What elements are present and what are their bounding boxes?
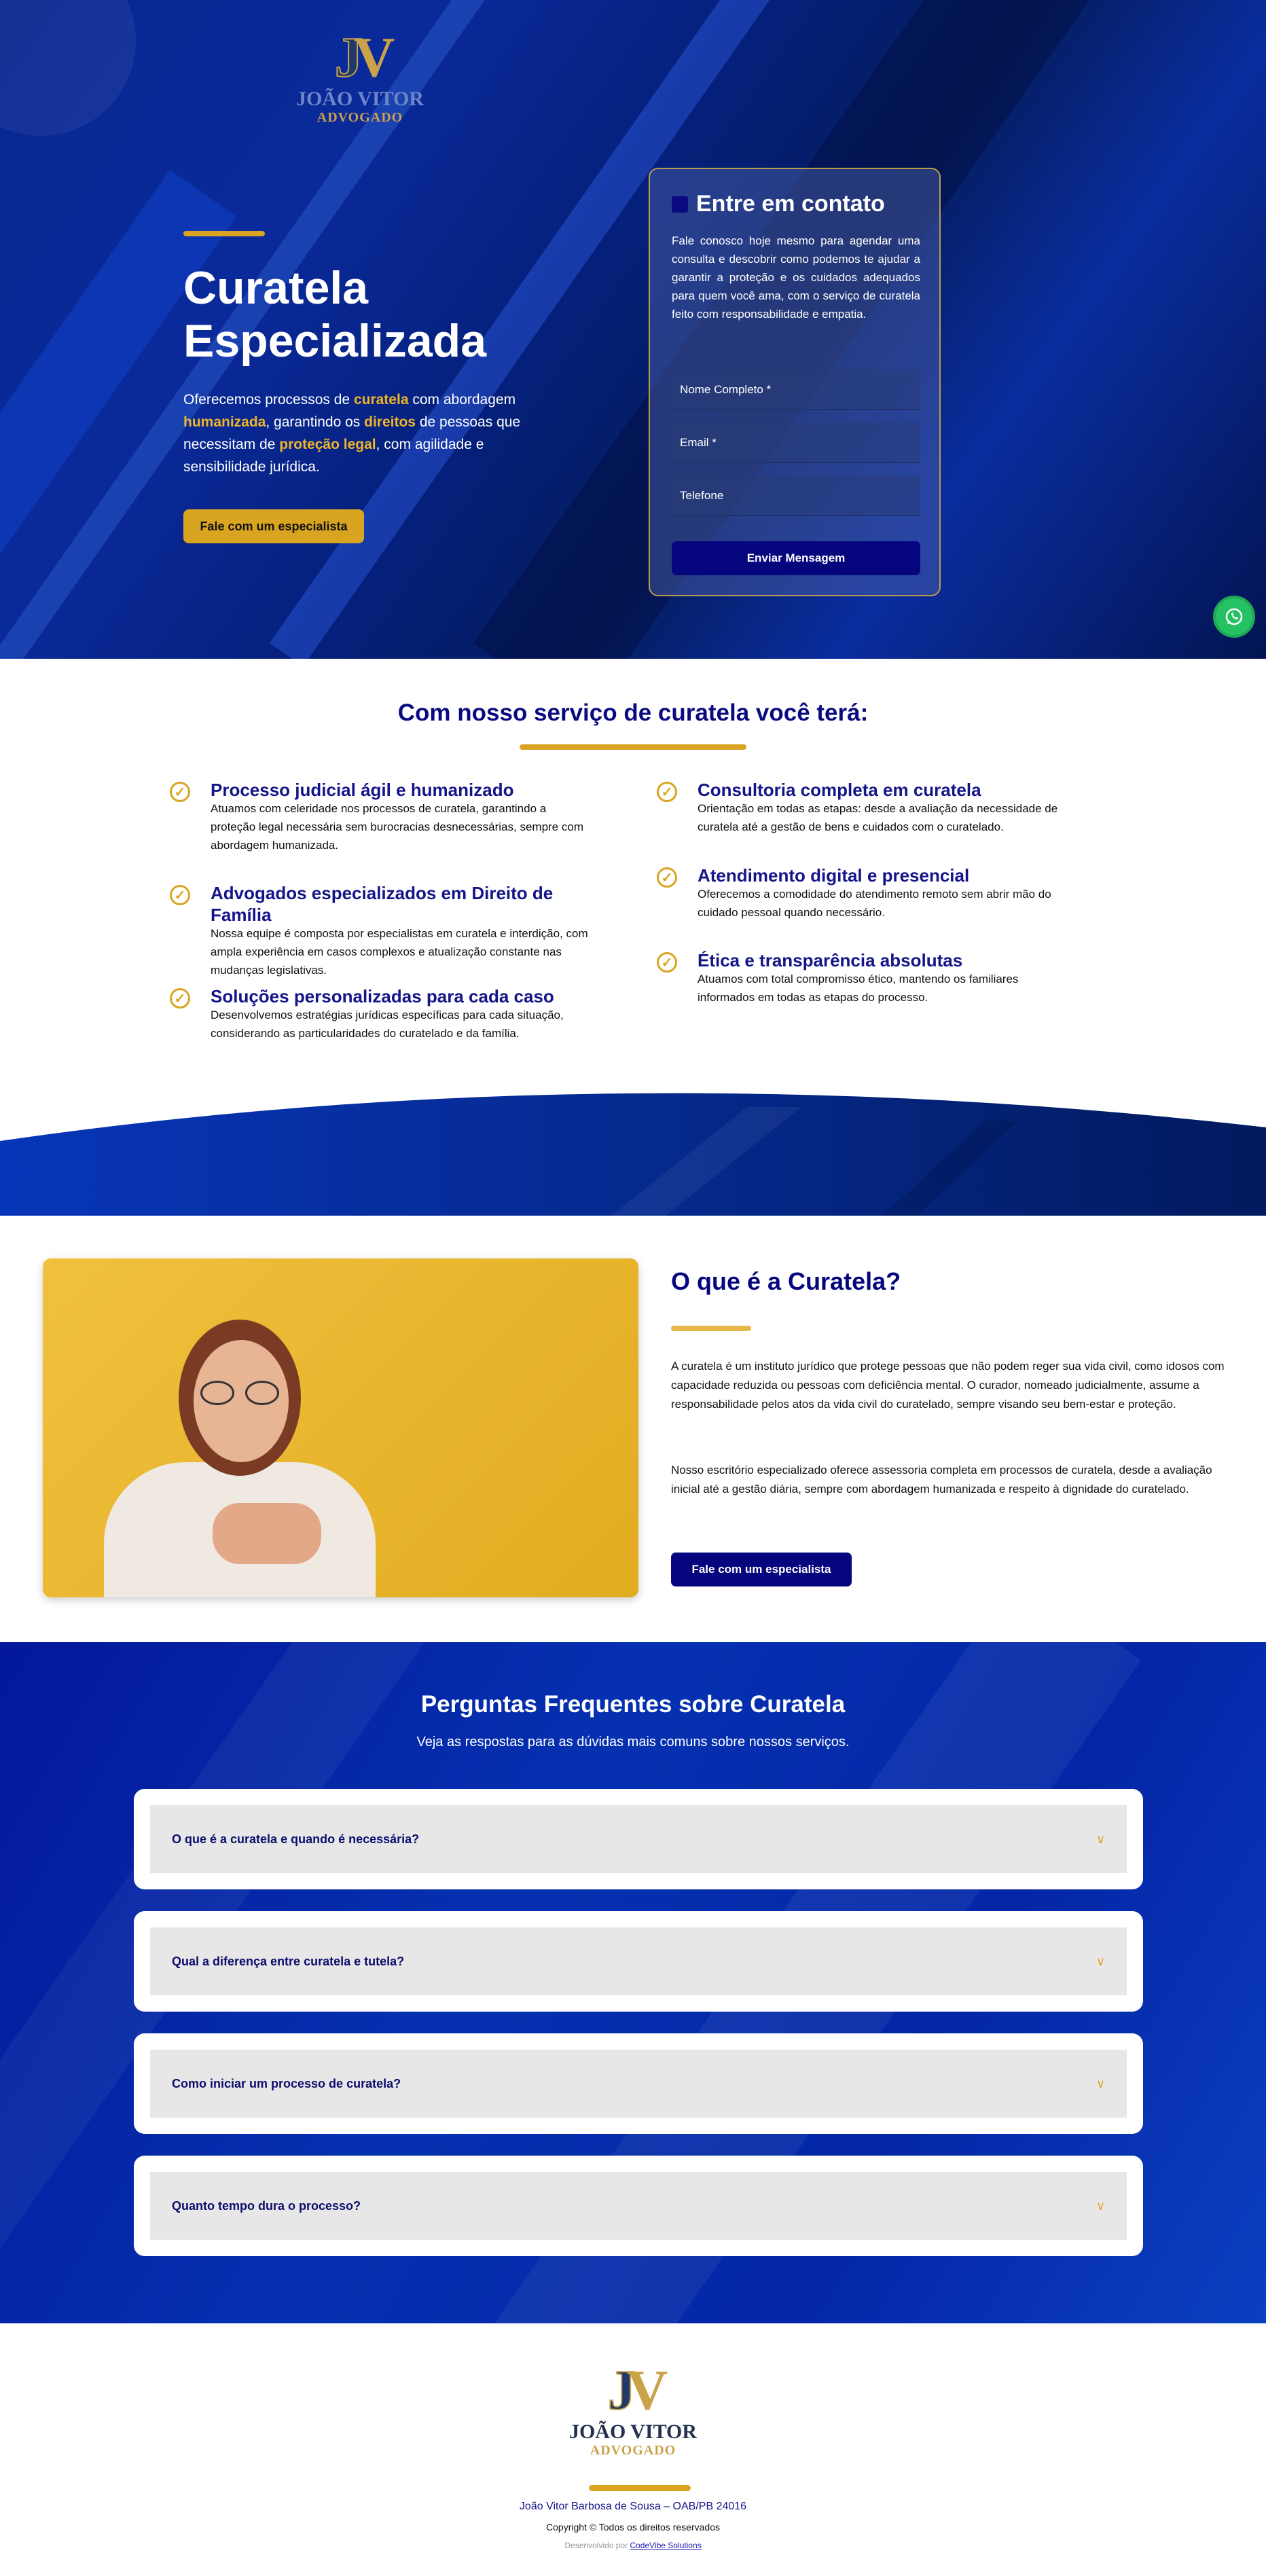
faq-item[interactable]: Quanto tempo dura o processo? ∨ — [134, 2156, 1143, 2256]
about-paragraph-2: Nosso escritório especializado oferece a… — [671, 1464, 1212, 1495]
benefit-title: Consultoria completa em curatela — [698, 780, 981, 800]
about-paragraph-1: A curatela é um instituto jurídico que p… — [671, 1360, 1225, 1411]
codevibe-link[interactable]: CodeVibe Solutions — [630, 2541, 701, 2550]
benefit-item: ✓ Soluções personalizadas para cada caso D… — [170, 985, 591, 1042]
highlight-text: direitos — [364, 414, 416, 430]
woman-photo — [43, 1258, 638, 1597]
benefit-text: Nossa equipe é composta por especialista… — [211, 927, 588, 977]
faq-item[interactable]: Como iniciar um processo de curatela? ∨ — [134, 2033, 1143, 2134]
benefits-accent-bar — [520, 744, 746, 750]
highlight-text: curatela — [353, 392, 409, 407]
chevron-down-icon: ∨ — [1096, 2198, 1105, 2213]
benefit-title: Advogados especializados em Direito de F… — [211, 883, 554, 925]
hero-section: JV JOÃO VITOR ADVOGADO Curatela Especiali… — [0, 0, 1266, 659]
check-circle-icon: ✓ — [170, 988, 190, 1009]
footer-copyright: Copyright © Todos os direitos reservados — [546, 2522, 720, 2533]
whatsapp-button[interactable] — [1213, 596, 1255, 638]
faq-question-toggle[interactable]: Quanto tempo dura o processo? ∨ — [150, 2172, 1127, 2240]
faq-question: Quanto tempo dura o processo? — [172, 2198, 361, 2213]
faq-question-toggle[interactable]: O que é a curatela e quando é necessária… — [150, 1805, 1127, 1873]
name-input[interactable]: Nome Completo * — [672, 369, 920, 410]
benefit-title: Atendimento digital e presencial — [698, 865, 970, 886]
highlight-text: humanizada — [183, 414, 266, 430]
about-accent-bar — [671, 1326, 751, 1331]
faq-section: Perguntas Frequentes sobre Curatela Veja… — [0, 1642, 1266, 2323]
faq-subtitle: Veja as respostas para as dúvidas mais c… — [416, 1735, 850, 1749]
footer-logo: JV JOÃO VITOR ADVOGADO — [568, 2359, 698, 2459]
about-cta-button[interactable]: Fale com um especialista — [671, 1553, 852, 1586]
faq-item[interactable]: O que é a curatela e quando é necessária… — [134, 1789, 1143, 1889]
check-circle-icon: ✓ — [657, 952, 677, 973]
chevron-down-icon: ∨ — [1096, 2076, 1105, 2090]
about-title: O que é a Curatela? — [671, 1267, 901, 1295]
faq-title: Perguntas Frequentes sobre Curatela — [420, 1691, 846, 1718]
text-segment: , garantindo os — [266, 414, 365, 430]
whatsapp-icon — [1225, 608, 1243, 625]
faq-question: Qual a diferença entre curatela e tutela… — [172, 1954, 405, 1968]
faq-question-toggle[interactable]: Como iniciar um processo de curatela? ∨ — [150, 2050, 1127, 2118]
faq-question-toggle[interactable]: Qual a diferença entre curatela e tutela… — [150, 1927, 1127, 1995]
benefit-item: ✓ Advogados especializados em Direito de … — [170, 882, 591, 979]
email-input[interactable]: Email * — [672, 422, 920, 463]
benefit-title: Processo judicial ágil e humanizado — [211, 780, 514, 800]
text-segment: Oferecemos processos de — [183, 392, 354, 407]
check-circle-icon: ✓ — [657, 782, 677, 802]
check-circle-icon: ✓ — [657, 867, 677, 888]
title-accent-bar — [183, 231, 265, 236]
logo-subtitle: ADVOGADO — [316, 110, 403, 125]
header-logo[interactable]: JV JOÃO VITOR ADVOGADO — [292, 26, 428, 126]
benefit-item: ✓ Consultoria completa em curatela Orienta… — [657, 779, 1078, 836]
send-message-button[interactable]: Enviar Mensagem — [672, 541, 920, 575]
footer-credit: Desenvolvido por CodeVibe Solutions — [564, 2541, 702, 2550]
contact-form-card: Entre em contato Fale conosco hoje mesmo… — [649, 168, 941, 596]
phone-input[interactable]: Telefone — [672, 475, 920, 516]
benefit-title: Soluções personalizadas para cada caso — [211, 986, 554, 1006]
chevron-down-icon: ∨ — [1096, 1832, 1105, 1846]
benefit-text: Atuamos com celeridade nos processos de … — [211, 802, 583, 852]
decorative-wave — [0, 1080, 1266, 1216]
benefit-title: Ética e transparência absolutas — [698, 950, 963, 970]
text-segment: com abordagem — [408, 392, 516, 407]
chevron-down-icon: ∨ — [1096, 1954, 1105, 1968]
benefit-text: Orientação em todas as etapas: desde a a… — [698, 802, 1058, 833]
faq-item[interactable]: Qual a diferença entre curatela e tutela… — [134, 1911, 1143, 2012]
benefits-title: Com nosso serviço de curatela você terá: — [397, 700, 869, 726]
hero-cta-button[interactable]: Fale com um especialista — [183, 509, 364, 543]
highlight-text: proteção legal — [279, 437, 376, 452]
benefit-text: Oferecemos a comodidade do atendimento r… — [698, 888, 1051, 919]
check-circle-icon: ✓ — [170, 782, 190, 802]
faq-question: O que é a curatela e quando é necessária… — [172, 1832, 420, 1846]
contact-title: Entre em contato — [672, 191, 885, 217]
check-circle-icon: ✓ — [170, 885, 190, 905]
benefit-text: Desenvolvemos estratégias jurídicas espe… — [211, 1009, 564, 1040]
logo-name: JOÃO VITOR — [295, 88, 424, 110]
benefit-text: Atuamos com total compromisso ético, man… — [698, 973, 1019, 1004]
footer-name: João Vitor Barbosa de Sousa – OAB/PB 240… — [519, 2501, 747, 2512]
logo-monogram: JV — [334, 26, 395, 89]
contact-description: Fale conosco hoje mesmo para agendar uma… — [672, 234, 920, 321]
benefit-item: ✓ Atendimento digital e presencial Oferece… — [657, 865, 1078, 922]
footer-accent-bar — [589, 2485, 691, 2491]
hero-title: Curatela Especializada — [183, 262, 487, 367]
faq-question: Como iniciar um processo de curatela? — [172, 2076, 401, 2090]
square-icon — [672, 196, 688, 213]
benefit-item: ✓ Ética e transparência absolutas Atuamos … — [657, 949, 1078, 1006]
benefit-item: ✓ Processo judicial ágil e humanizado Atua… — [170, 779, 591, 854]
hero-description: Oferecemos processos de curatela com abo… — [183, 388, 564, 478]
